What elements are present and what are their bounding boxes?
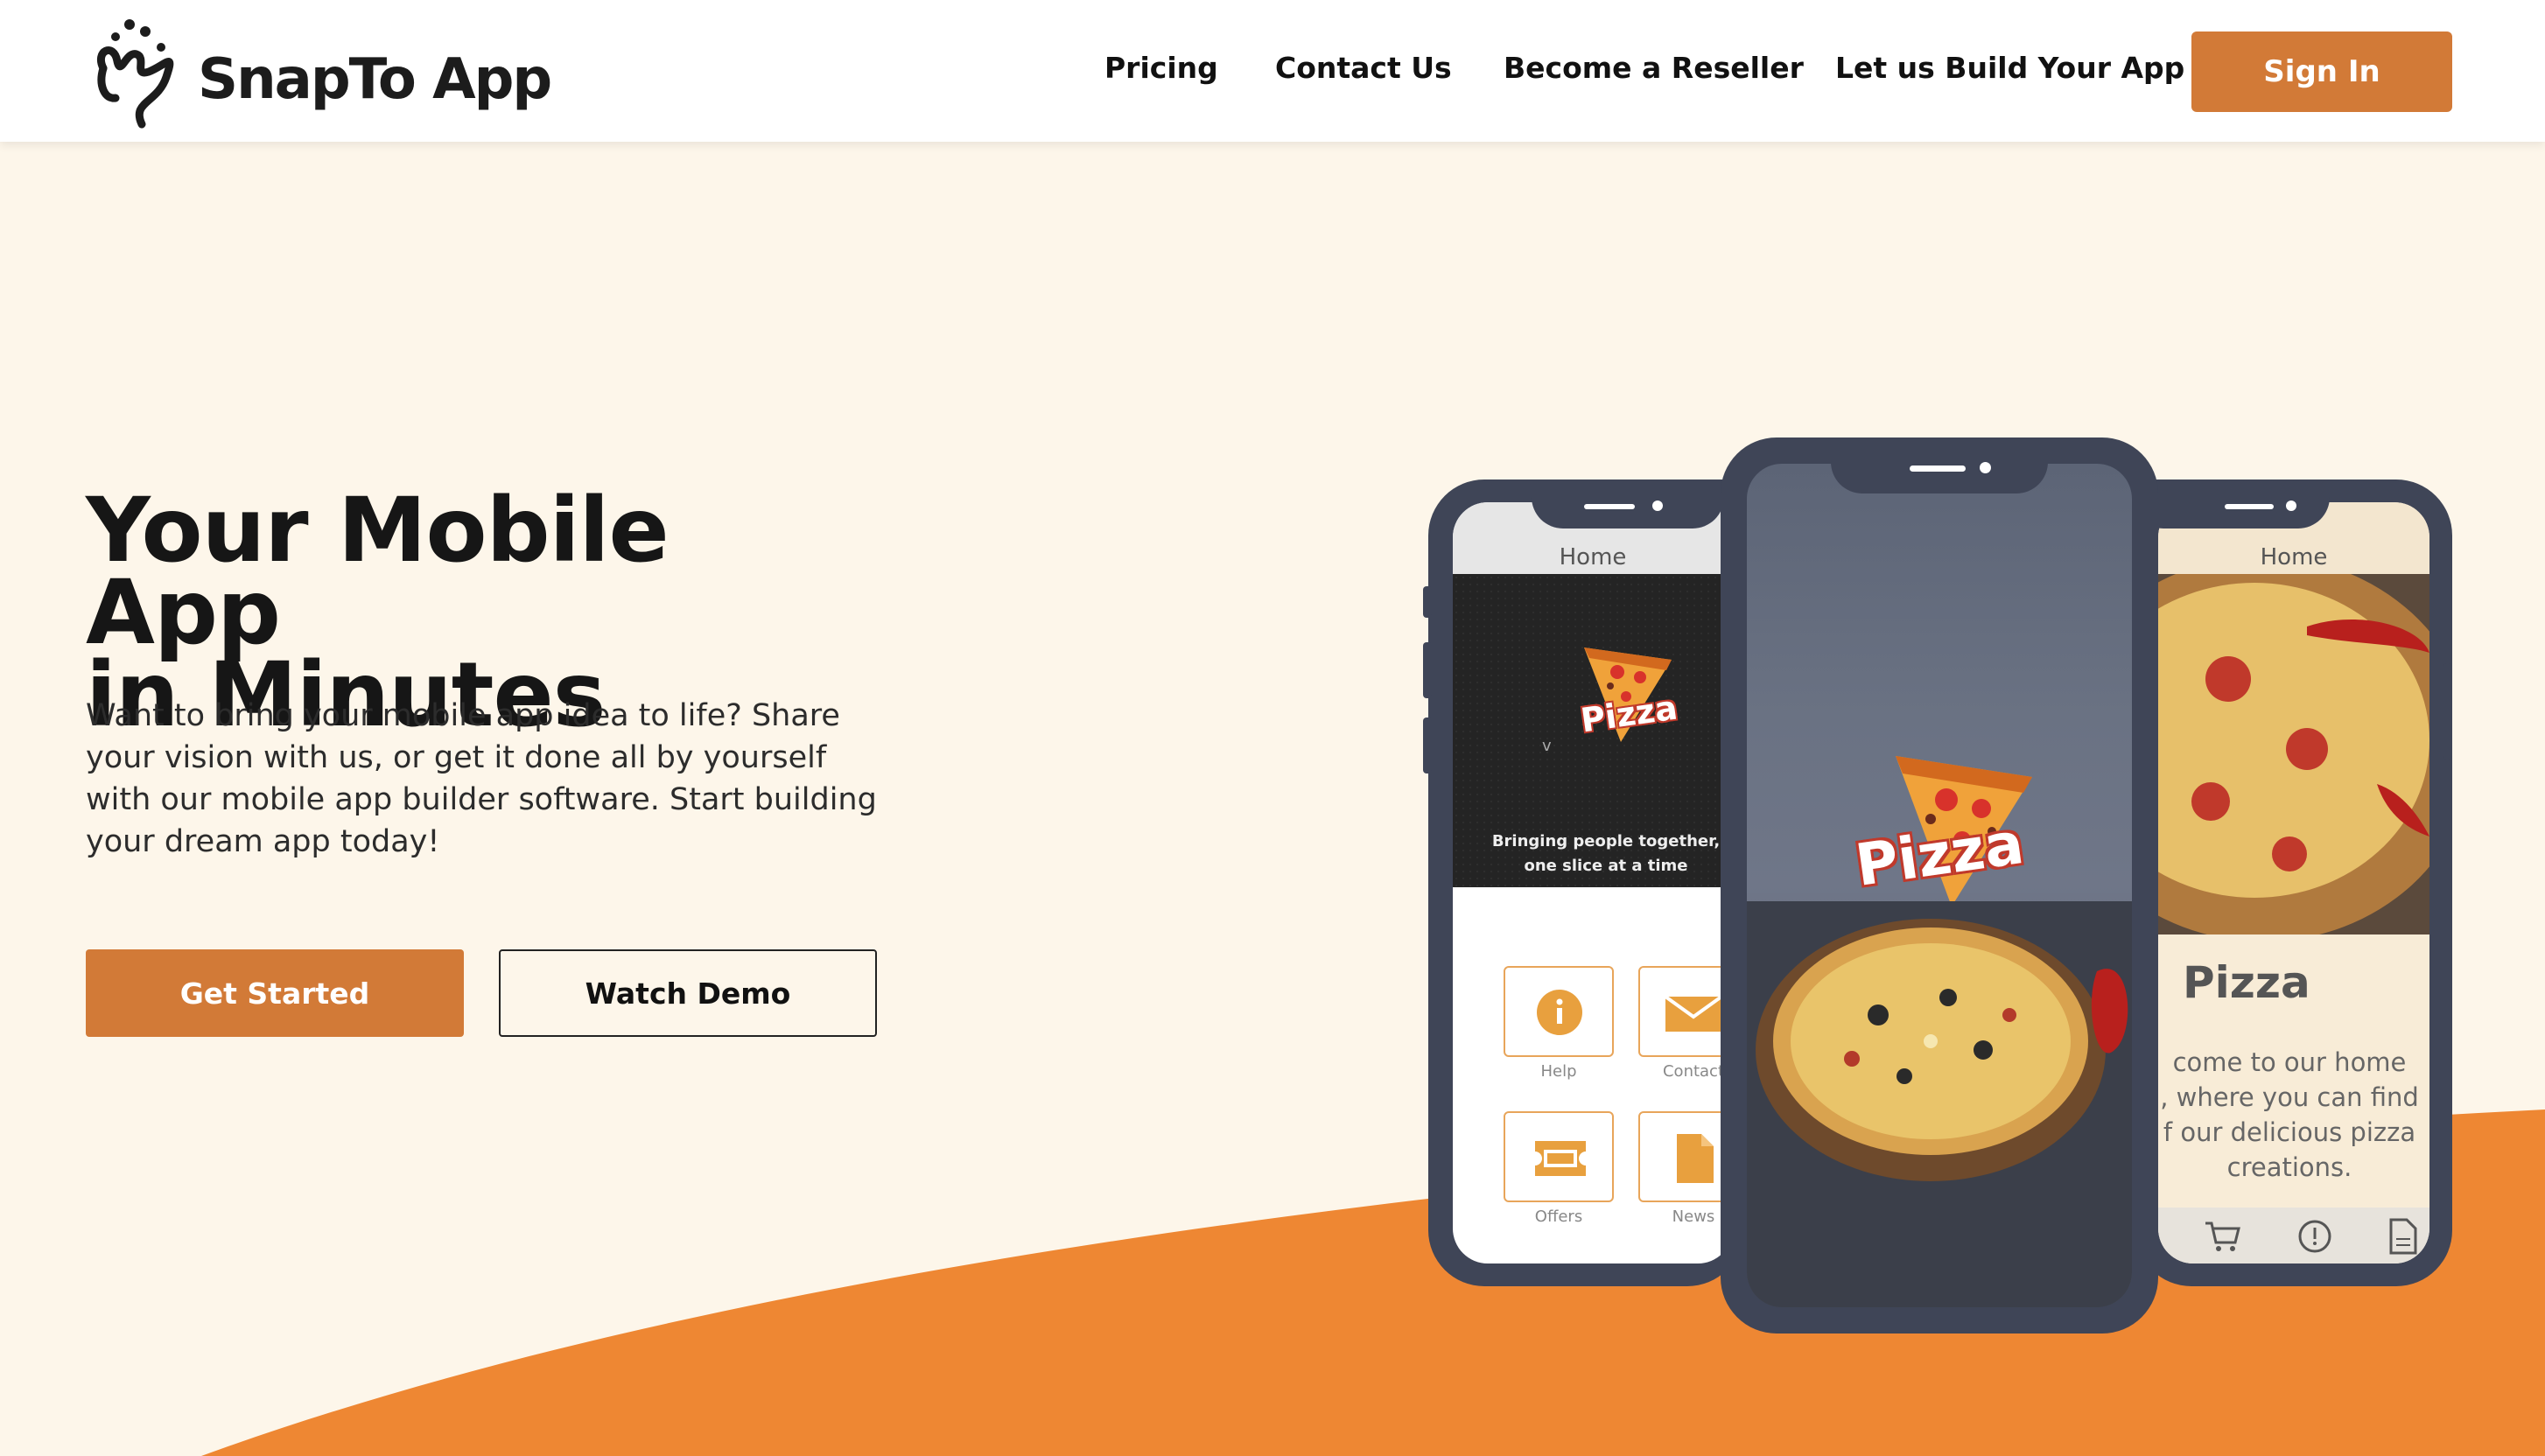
phone-notch bbox=[2132, 480, 2330, 528]
phone-mockup-right: Home Pizza come to our home , where you … bbox=[2132, 480, 2452, 1286]
phone-side-button bbox=[2443, 663, 2452, 760]
phone-side-button bbox=[1423, 718, 1432, 774]
alert-icon[interactable] bbox=[2298, 1220, 2331, 1253]
ticket-icon bbox=[1535, 1141, 1586, 1176]
phone-notch bbox=[1831, 438, 2048, 494]
tile-label-help: Help bbox=[1540, 1062, 1577, 1081]
hero-heading-line1: Your Mobile App bbox=[86, 479, 670, 665]
phone-mockup-center: Pizza bbox=[1721, 438, 2158, 1334]
phone-notch bbox=[1532, 480, 1724, 528]
nav-build-your-app[interactable]: Let us Build Your App bbox=[1835, 51, 2184, 85]
app-bottom-bar bbox=[2158, 1208, 2429, 1264]
document-icon bbox=[1677, 1134, 1714, 1183]
app-text-line: come to our home bbox=[2172, 1047, 2407, 1077]
mail-icon bbox=[1665, 996, 1722, 1032]
tile-offers[interactable] bbox=[1504, 1111, 1614, 1202]
nav-become-reseller[interactable]: Become a Reseller bbox=[1504, 51, 1804, 85]
app-text-line: f our delicious pizza bbox=[2163, 1117, 2416, 1147]
logo-mark-icon bbox=[97, 19, 174, 129]
info-icon bbox=[1537, 990, 1582, 1035]
cart-icon[interactable] bbox=[2204, 1220, 2240, 1253]
pizza-photo bbox=[1747, 901, 2132, 1307]
nav-pricing[interactable]: Pricing bbox=[1104, 51, 1218, 85]
tile-label-news: News bbox=[1672, 1208, 1715, 1226]
pizza-photo bbox=[2158, 574, 2429, 934]
get-started-button[interactable]: Get Started bbox=[86, 949, 464, 1037]
app-tagline: Bringing people together, one slice at a… bbox=[1491, 832, 1721, 875]
brand-logo[interactable]: SnapTo App bbox=[88, 16, 552, 130]
phone-side-button bbox=[1423, 642, 1432, 698]
nav-contact-us[interactable]: Contact Us bbox=[1275, 51, 1452, 85]
chevron-down-icon: v bbox=[1542, 737, 1552, 755]
app-banner: Pizza v Bringing people together, one sl… bbox=[1453, 574, 1733, 887]
document-icon[interactable] bbox=[2389, 1218, 2417, 1255]
brand-name: SnapTo App bbox=[198, 47, 552, 112]
phone-screen: Home Pizza v Bringing people together, o… bbox=[1453, 502, 1733, 1264]
tile-contact[interactable] bbox=[1638, 966, 1733, 1057]
hero-description: Want to bring your mobile app idea to li… bbox=[86, 698, 877, 859]
app-text-line: creations. bbox=[2226, 1152, 2352, 1182]
app-page-title: Pizza bbox=[2183, 957, 2310, 1008]
phone-screen: Pizza bbox=[1747, 464, 2132, 1307]
tile-label-contact: Contact bbox=[1662, 1062, 1725, 1081]
app-text-line: , where you can find bbox=[2160, 1082, 2419, 1112]
phone-mockup-left: Home Pizza v Bringing people together, o… bbox=[1423, 480, 1743, 1286]
phone-side-button bbox=[1423, 586, 1432, 618]
tile-help[interactable] bbox=[1504, 966, 1614, 1057]
watch-demo-button[interactable]: Watch Demo bbox=[499, 949, 877, 1037]
sign-in-button[interactable]: Sign In bbox=[2191, 32, 2452, 112]
top-navbar: SnapTo App Pricing Contact Us Become a R… bbox=[0, 0, 2545, 142]
app-page-text: come to our home , where you can find f … bbox=[2158, 1045, 2421, 1185]
tile-label-offers: Offers bbox=[1534, 1208, 1583, 1226]
phone-screen: Home Pizza come to our home , where you … bbox=[2158, 502, 2429, 1264]
tile-news[interactable] bbox=[1638, 1111, 1733, 1202]
